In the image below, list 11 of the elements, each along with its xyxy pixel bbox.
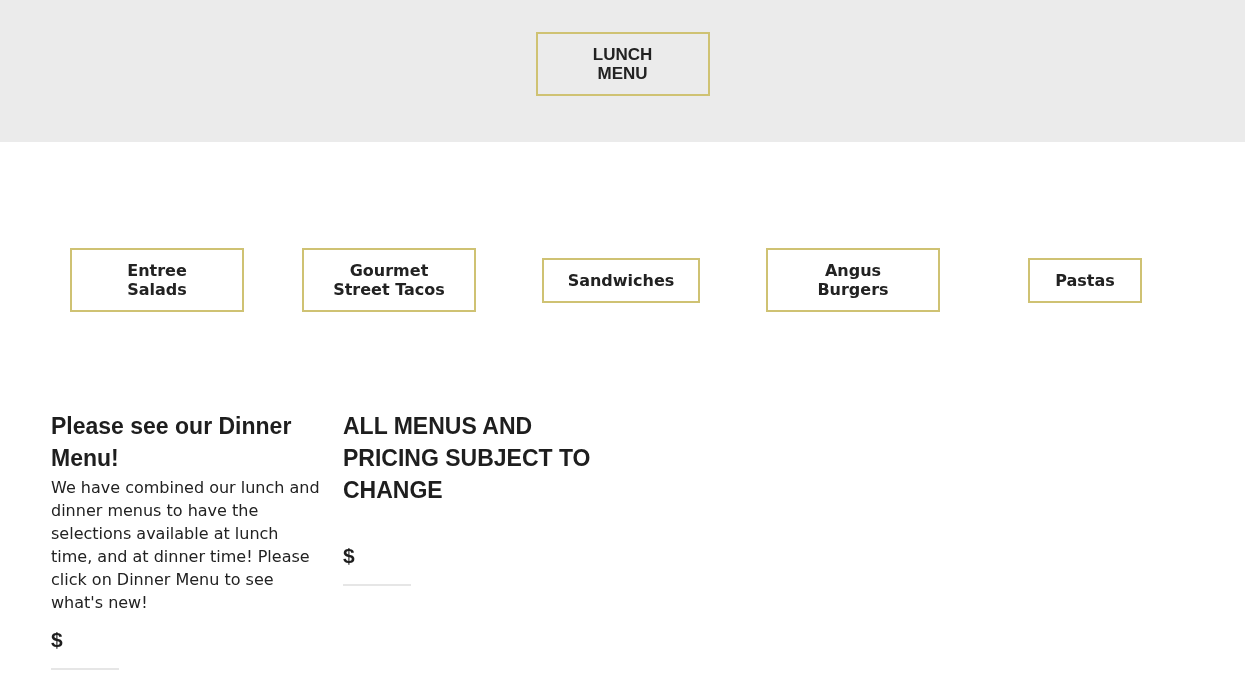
category-button[interactable]: Pastas [1028, 257, 1142, 303]
item-price: $ [343, 544, 355, 568]
category-button[interactable]: Angus Burgers [766, 248, 940, 312]
category-button[interactable]: Sandwiches [542, 257, 700, 303]
item-title: ALL MENUS AND PRICING SUBJECT TO CHANGE [343, 412, 592, 505]
category-button[interactable]: Gourmet Street Tacos [302, 248, 476, 312]
category-button[interactable]: Entree Salads [70, 248, 244, 312]
item-title: Please see our Dinner Menu! [51, 412, 293, 473]
lunch-menu-button[interactable]: LUNCH MENU [535, 32, 710, 96]
item-description: We have combined our lunch and dinner menus to have the selections available at lunch time, and at dinner time! Please click on Dinner Menu to see what's new! [51, 477, 321, 614]
item-price: $ [51, 628, 63, 652]
